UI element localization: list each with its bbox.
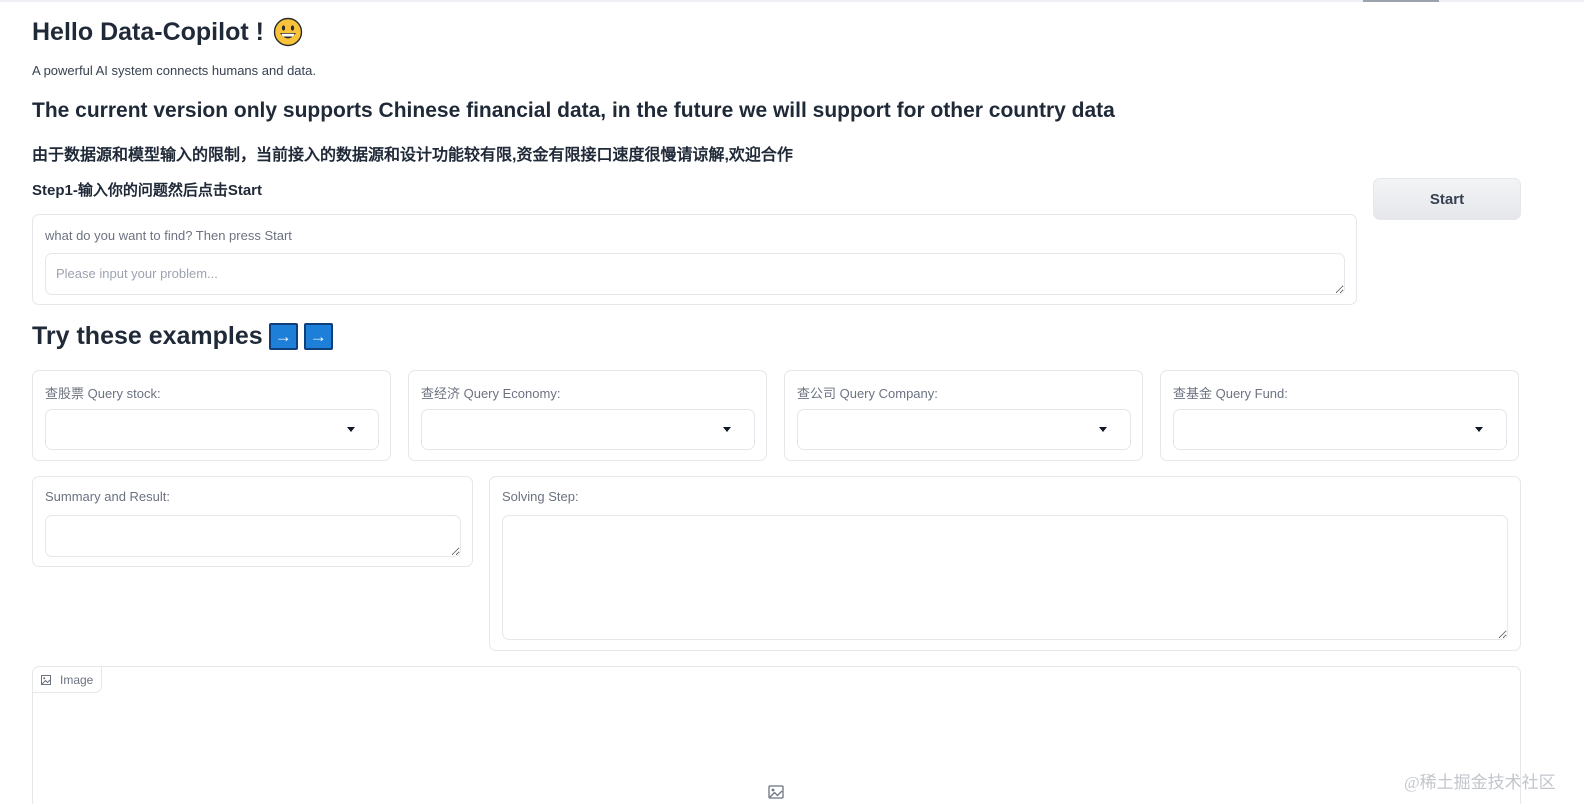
grinning-face-icon [273,17,303,47]
notice-english: The current version only supports Chines… [32,99,1115,122]
summary-output[interactable] [45,515,461,557]
examples-title: Try these examples → → [32,322,333,351]
page-title-text: Hello Data-Copilot ! [32,17,264,46]
notice-chinese: 由于数据源和模型输入的限制，当前接入的数据源和设计功能较有限,资金有限接口速度很… [32,147,793,164]
watermark: @稀土掘金技术社区 [1404,773,1556,792]
right-arrow-icon: → [303,323,333,350]
problem-input[interactable] [45,253,1345,295]
image-placeholder-icon [768,785,784,799]
query-fund-dropdown[interactable] [1173,409,1507,450]
query-fund-panel: 查基金 Query Fund: [1160,370,1519,461]
query-stock-panel: 查股票 Query stock: [32,370,391,461]
image-tab-label: Image [60,672,94,687]
query-fund-label: 查基金 Query Fund: [1173,386,1288,401]
query-economy-panel: 查经济 Query Economy: [408,370,767,461]
caret-down-icon [1099,427,1107,432]
query-company-label: 查公司 Query Company: [797,386,938,401]
step1-label: Step1-输入你的问题然后点击Start [32,182,263,199]
solving-step-label: Solving Step: [502,489,579,504]
query-stock-dropdown[interactable] [45,409,379,450]
caret-down-icon [347,427,355,432]
page-title: Hello Data-Copilot ! [32,17,303,47]
examples-title-text: Try these examples [32,322,263,350]
query-economy-label: 查经济 Query Economy: [421,386,561,401]
query-company-dropdown[interactable] [797,409,1131,450]
query-panel: what do you want to find? Then press Sta… [32,214,1357,305]
query-label: what do you want to find? Then press Sta… [45,228,292,243]
solving-step-output[interactable] [502,515,1508,640]
query-company-panel: 查公司 Query Company: [784,370,1143,461]
caret-down-icon [1475,427,1483,432]
caret-down-icon [723,427,731,432]
image-panel: Image [32,666,1521,804]
query-stock-label: 查股票 Query stock: [45,386,161,401]
page-subtitle: A powerful AI system connects humans and… [32,63,316,78]
top-border [0,0,1584,2]
image-icon [41,674,51,685]
right-arrow-icon: → [268,323,298,350]
solving-step-panel: Solving Step: [489,476,1521,651]
query-economy-dropdown[interactable] [421,409,755,450]
summary-panel: Summary and Result: [32,476,473,567]
image-tab: Image [33,667,103,693]
active-tab-indicator [1363,0,1439,2]
start-button[interactable]: Start [1373,178,1521,220]
summary-label: Summary and Result: [45,489,170,504]
